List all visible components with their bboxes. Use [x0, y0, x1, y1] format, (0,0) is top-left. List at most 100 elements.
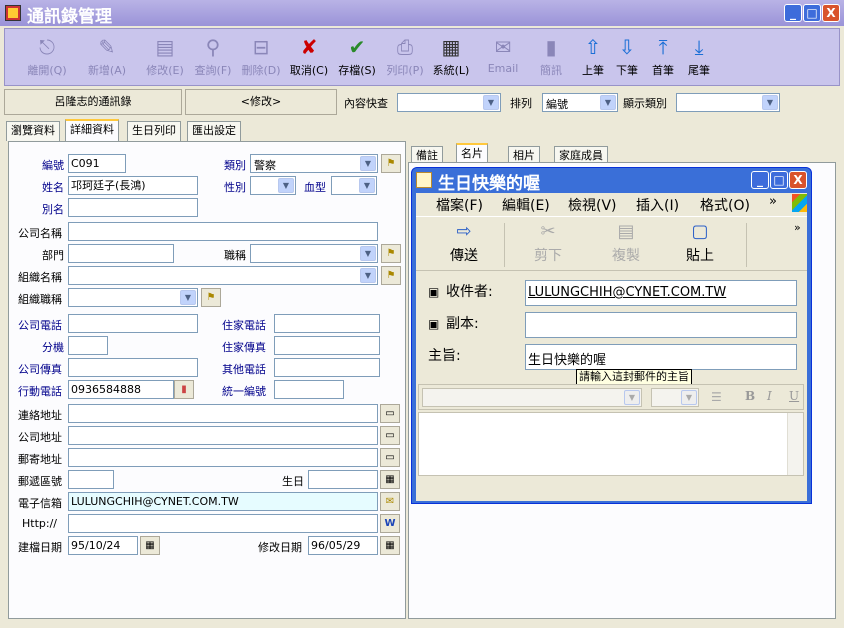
- minimize-button[interactable]: _: [784, 4, 802, 22]
- category-edit-icon[interactable]: ⚑: [381, 154, 401, 173]
- tax-id-field[interactable]: [274, 380, 344, 399]
- mail-maximize-button[interactable]: □: [770, 171, 788, 189]
- send-button[interactable]: ⇨ 傳送: [444, 221, 484, 265]
- cut-button[interactable]: ✂ 剪下: [528, 221, 568, 265]
- subject-field[interactable]: 生日快樂的喔: [525, 344, 797, 370]
- mail-close-button[interactable]: X: [789, 171, 807, 189]
- calendar-icon[interactable]: ▦: [380, 470, 400, 489]
- display-category-combo[interactable]: ▼: [676, 93, 780, 112]
- mail-icon: [416, 172, 432, 188]
- org-edit-icon[interactable]: ⚑: [381, 266, 401, 285]
- paste-button[interactable]: ▢ 貼上: [680, 221, 720, 265]
- home-fax-field[interactable]: [274, 336, 380, 355]
- zip-field[interactable]: [68, 470, 114, 489]
- to-field[interactable]: LULUNGCHIH@CYNET.COM.TW: [525, 280, 797, 306]
- bold-button[interactable]: B: [745, 389, 755, 403]
- delete-button[interactable]: ⊟ 刪除(D): [239, 35, 283, 85]
- company-field[interactable]: [68, 222, 378, 241]
- query-button[interactable]: ⚲ 查詢(F): [191, 35, 235, 85]
- http-field[interactable]: [68, 514, 378, 533]
- underline-button[interactable]: U: [789, 389, 799, 403]
- content-search-combo[interactable]: ▼: [397, 93, 501, 112]
- calendar-icon[interactable]: ▦: [380, 536, 400, 555]
- dept-label: 部門: [42, 249, 64, 262]
- address-icon[interactable]: ▭: [380, 404, 400, 423]
- birthday-field[interactable]: [308, 470, 378, 489]
- save-button[interactable]: ✔ 存檔(S): [335, 35, 379, 85]
- vertical-scrollbar[interactable]: [787, 413, 803, 475]
- email-button[interactable]: ✉ Email: [481, 35, 525, 85]
- job-title-combo[interactable]: ▼: [250, 244, 378, 263]
- org-combo[interactable]: ▼: [68, 266, 378, 285]
- last-record-button[interactable]: ⤓ 尾筆: [677, 35, 721, 85]
- sms-icon[interactable]: ▮: [174, 380, 194, 399]
- job-title-edit-icon[interactable]: ⚑: [381, 244, 401, 263]
- extension-field[interactable]: [68, 336, 108, 355]
- exit-button[interactable]: ⎋ 離開(Q): [25, 35, 69, 85]
- mail-menu-item[interactable]: 插入(I): [636, 195, 679, 215]
- mail-toolbar: ⇨ 傳送 ✂ 剪下 ▤ 複製 ▢ 貼上 »: [416, 219, 807, 271]
- system-button[interactable]: ▦ 系統(L): [429, 35, 473, 85]
- font-size-combo[interactable]: ▼: [651, 388, 699, 407]
- gender-combo[interactable]: ▼: [250, 176, 296, 195]
- addressbook-owner: 呂隆志的通訊錄: [4, 89, 182, 115]
- other-phone-field[interactable]: [274, 358, 380, 377]
- new-button[interactable]: ✎ 新增(A): [85, 35, 129, 85]
- web-browse-button[interactable]: W: [380, 514, 400, 533]
- calendar-icon[interactable]: ▦: [140, 536, 160, 555]
- address-icon[interactable]: ▭: [380, 426, 400, 445]
- menu-overflow-icon[interactable]: »: [769, 194, 777, 209]
- print-button[interactable]: ⎙ 列印(P): [383, 35, 427, 85]
- category-combo[interactable]: 警察 ▼: [250, 154, 378, 173]
- maximize-button[interactable]: □: [803, 4, 821, 22]
- id-field[interactable]: C091: [68, 154, 126, 173]
- mobile-field[interactable]: 0936584888: [68, 380, 174, 399]
- extension-label: 分機: [42, 341, 64, 354]
- name-field[interactable]: 邛珂廷子(長鴻): [68, 176, 198, 195]
- mail-menu-item[interactable]: 檢視(V): [568, 195, 617, 215]
- created-date-field[interactable]: 95/10/24: [68, 536, 138, 555]
- sms-button[interactable]: ▮ 簡訊: [529, 35, 573, 85]
- close-button[interactable]: X: [822, 4, 840, 22]
- toolbar-label: 取消(C): [289, 64, 329, 77]
- message-body-editor[interactable]: [418, 412, 804, 476]
- modified-date-field[interactable]: 96/05/29: [308, 536, 378, 555]
- edit-button[interactable]: ▤ 修改(E): [143, 35, 187, 85]
- home-phone-label: 住家電話: [222, 319, 266, 332]
- blood-type-combo[interactable]: ▼: [331, 176, 377, 195]
- tab-export-settings[interactable]: 匯出設定: [187, 121, 241, 141]
- first-record-icon: ⤒: [658, 35, 668, 59]
- mail-minimize-button[interactable]: _: [751, 171, 769, 189]
- toolbar-label: 系統(L): [432, 64, 470, 77]
- office-fax-field[interactable]: [68, 358, 198, 377]
- toolbar-label: 尾筆: [688, 64, 710, 77]
- tab-browse[interactable]: 瀏覽資料: [6, 121, 60, 141]
- cc-field[interactable]: [525, 312, 797, 338]
- email-field[interactable]: LULUNGCHIH@CYNET.COM.TW: [68, 492, 378, 511]
- mail-send-icon[interactable]: ✉: [380, 492, 400, 511]
- home-phone-field[interactable]: [274, 314, 380, 333]
- toolbar-overflow-icon[interactable]: »: [794, 221, 801, 234]
- dept-field[interactable]: [68, 244, 174, 263]
- mail-menu-item[interactable]: 檔案(F): [436, 195, 483, 215]
- mailing-address-field[interactable]: [68, 448, 378, 467]
- sort-combo[interactable]: 編號 ▼: [542, 93, 618, 112]
- http-label: Http://: [22, 517, 57, 530]
- mail-menu-item[interactable]: 編輯(E): [502, 195, 550, 215]
- office-phone-field[interactable]: [68, 314, 198, 333]
- office-phone-label: 公司電話: [18, 319, 62, 332]
- org-title-combo[interactable]: ▼: [68, 288, 198, 307]
- tab-detail[interactable]: 詳細資料: [65, 119, 119, 141]
- contact-address-field[interactable]: [68, 404, 378, 423]
- alias-field[interactable]: [68, 198, 198, 217]
- address-icon[interactable]: ▭: [380, 448, 400, 467]
- font-combo[interactable]: ▼: [422, 388, 642, 407]
- tab-birthday-print[interactable]: 生日列印: [127, 121, 181, 141]
- mail-menu-item[interactable]: 格式(O): [700, 195, 750, 215]
- company-address-field[interactable]: [68, 426, 378, 445]
- copy-button[interactable]: ▤ 複製: [606, 221, 646, 265]
- cancel-button[interactable]: ✘ 取消(C): [287, 35, 331, 85]
- italic-button[interactable]: I: [767, 389, 772, 403]
- org-title-edit-icon[interactable]: ⚑: [201, 288, 221, 307]
- paragraph-style-icon[interactable]: ☰: [711, 390, 722, 404]
